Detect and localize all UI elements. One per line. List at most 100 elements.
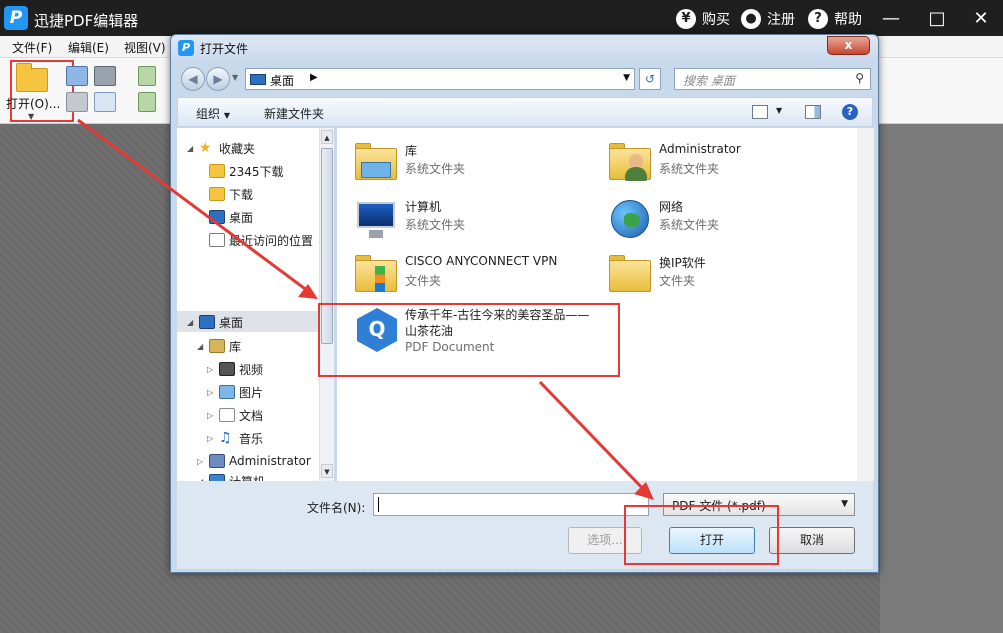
dialog-help-icon[interactable]: ? (842, 104, 858, 120)
search-icon[interactable]: ⚲ (855, 71, 864, 85)
forward-icon[interactable]: ▶ (206, 67, 230, 91)
address-location[interactable]: 桌面 (270, 72, 294, 89)
app-logo-icon: P (4, 6, 28, 30)
file-item-ip-software[interactable]: 换IP软件 文件夹 (607, 250, 857, 300)
file-name: CISCO ANYCONNECT VPN (405, 254, 558, 268)
refresh-button[interactable]: ↺ (639, 68, 661, 90)
tree-item-favorites[interactable]: ◢ ★ 收藏夹 (187, 138, 255, 158)
filename-label: 文件名(N): (307, 501, 366, 515)
collapse-icon[interactable]: ▷ (207, 365, 215, 374)
tree-item-desktop[interactable]: ◢ 桌面 (187, 312, 243, 332)
buy-label: 购买 (702, 12, 730, 28)
file-list-scrollbar[interactable] (857, 128, 874, 481)
tree-label: 最近访问的位置 (229, 233, 314, 248)
view-options-icon[interactable] (752, 105, 768, 119)
view-dropdown-icon[interactable]: ▼ (776, 106, 782, 115)
back-icon[interactable]: ◀ (181, 67, 205, 91)
tree-label: 库 (229, 339, 242, 354)
organize-button[interactable]: 组织 ▼ (196, 105, 230, 122)
expand-icon[interactable]: ◢ (187, 318, 195, 327)
scroll-down-icon[interactable]: ▼ (321, 464, 333, 478)
tree-item-videos[interactable]: ▷ 视频 (207, 359, 263, 379)
close-icon[interactable]: ✕ (970, 8, 992, 30)
file-name: Administrator (659, 142, 741, 156)
tree-label: 收藏夹 (219, 141, 256, 156)
tree-item-libraries[interactable]: ◢ 库 (197, 336, 241, 356)
command-bar: 组织 ▼ 新建文件夹 ▼ ? (177, 97, 873, 127)
help-icon: ? (808, 9, 828, 29)
star-icon: ★ (199, 140, 212, 156)
recent-pages-dropdown-icon[interactable]: ▼ (232, 73, 238, 82)
minimize-icon[interactable]: — (880, 8, 902, 30)
tree-item-administrator[interactable]: ▷ Administrator (197, 451, 311, 471)
file-name: 换IP软件 (659, 256, 706, 270)
filename-input[interactable] (373, 493, 649, 516)
network-globe-icon (607, 196, 653, 240)
annotation-highlight-file (318, 303, 620, 377)
preview-pane-icon[interactable] (805, 105, 821, 119)
email-icon[interactable] (94, 92, 116, 112)
tree-item-pictures[interactable]: ▷ 图片 (207, 382, 263, 402)
folder-icon (607, 252, 653, 296)
tree-item-documents[interactable]: ▷ 文档 (207, 405, 263, 425)
redo-icon[interactable] (138, 92, 156, 112)
open-button[interactable]: 打开(O)... ▼ (6, 60, 74, 122)
file-item-administrator[interactable]: Administrator 系统文件夹 (607, 138, 857, 188)
collapse-icon[interactable]: ▷ (207, 388, 215, 397)
user-folder-icon (607, 140, 653, 184)
collapse-icon[interactable]: ▷ (197, 457, 205, 466)
collapse-icon[interactable]: ▷ (207, 411, 215, 420)
tree-item-desktop-fav[interactable]: 桌面 (209, 207, 253, 227)
annotation-highlight-open (624, 505, 779, 565)
library-icon (209, 339, 225, 353)
file-item-cisco-vpn[interactable]: CISCO ANYCONNECT VPN 文件夹 (353, 250, 603, 300)
undo-icon[interactable] (138, 66, 156, 86)
buy-button[interactable]: ¥ 购买 (676, 8, 730, 30)
documents-icon (219, 408, 235, 422)
address-dropdown-icon[interactable]: ▼ (623, 73, 630, 83)
yen-icon: ¥ (676, 9, 696, 29)
register-button[interactable]: ● 注册 (741, 8, 795, 30)
file-type: 系统文件夹 (659, 218, 720, 232)
tree-item-recent-places[interactable]: 最近访问的位置 (209, 230, 313, 250)
computer-icon (353, 196, 399, 240)
tree-label: 桌面 (219, 315, 244, 330)
file-item-network[interactable]: 网络 系统文件夹 (607, 194, 857, 244)
menu-edit[interactable]: 编辑(E) (68, 39, 109, 56)
search-input[interactable]: 搜索 桌面 ⚲ (674, 68, 871, 90)
tree-item-music[interactable]: ▷ ♫ 音乐 (207, 428, 263, 448)
tree-label: 桌面 (229, 210, 254, 225)
expand-icon[interactable]: ◢ (197, 342, 205, 351)
menu-view[interactable]: 视图(V) (124, 39, 166, 56)
fax-icon[interactable] (66, 92, 88, 112)
cancel-button[interactable]: 取消 (769, 527, 855, 554)
chevron-down-icon: ▼ (28, 112, 35, 121)
library-icon (353, 140, 399, 184)
scroll-up-icon[interactable]: ▲ (321, 130, 333, 144)
chevron-down-icon: ▼ (841, 499, 848, 509)
address-bar[interactable]: 桌面 ▶ ▼ (245, 68, 635, 90)
menu-file[interactable]: 文件(F) (12, 39, 52, 56)
tree-label: 下载 (229, 187, 254, 202)
chevron-right-icon[interactable]: ▶ (310, 72, 318, 83)
tree-label: 文档 (239, 408, 264, 423)
file-name: 网络 (659, 200, 684, 214)
collapse-icon[interactable]: ▷ (207, 434, 215, 443)
file-type: 文件夹 (659, 274, 696, 288)
print-icon[interactable] (94, 66, 116, 86)
help-button[interactable]: ? 帮助 (808, 8, 862, 30)
file-item-libraries[interactable]: 库 系统文件夹 (353, 138, 603, 188)
file-item-computer[interactable]: 计算机 系统文件夹 (353, 194, 603, 244)
dialog-close-button[interactable]: x (827, 36, 870, 55)
expand-icon[interactable]: ◢ (187, 144, 195, 153)
save-icon[interactable] (66, 66, 88, 86)
desktop-icon (199, 315, 215, 329)
open-label: 打开(O)... (6, 97, 61, 111)
new-folder-button[interactable]: 新建文件夹 (264, 105, 324, 122)
tree-item-downloads[interactable]: 下载 (209, 184, 253, 204)
pictures-icon (219, 385, 235, 399)
tree-item-2345-downloads[interactable]: 2345下载 (209, 161, 284, 181)
register-label: 注册 (767, 12, 795, 28)
navigation-pane: ◢ ★ 收藏夹 2345下载 下载 桌面 最近访问的位置 ◢ 桌面 ◢ 库 ▷ … (177, 128, 334, 488)
maximize-icon[interactable]: □ (926, 8, 948, 30)
